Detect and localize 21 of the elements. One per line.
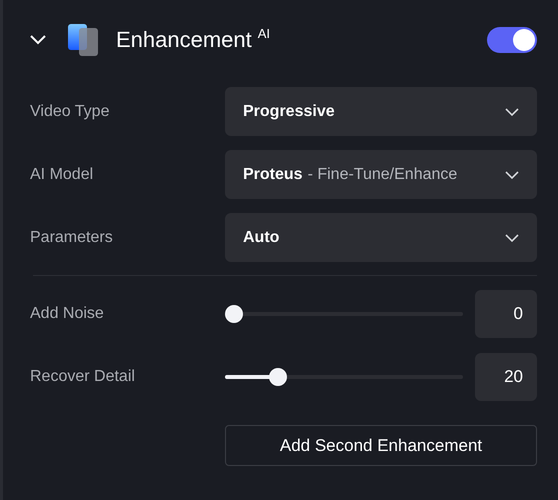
dropdown[interactable]: Auto — [225, 213, 537, 262]
dropdown[interactable]: Progressive — [225, 87, 537, 136]
field-label: Parameters — [30, 228, 114, 246]
slider[interactable] — [225, 368, 463, 386]
chevron-down-icon — [505, 170, 519, 178]
value-field[interactable]: 0 — [475, 290, 537, 338]
slider-label: Recover Detail — [30, 368, 136, 386]
ai-superscript-label: AI — [258, 26, 270, 41]
dropdown[interactable]: Proteus - Fine-Tune/Enhance — [225, 150, 537, 199]
slider[interactable] — [225, 304, 463, 322]
enable-toggle[interactable] — [487, 27, 537, 53]
field-label: AI Model — [30, 166, 94, 184]
value-field[interactable]: 20 — [475, 352, 537, 400]
add-second-enhancement-button[interactable]: Add Second Enhancement — [225, 425, 537, 466]
slider-label: Add Noise — [30, 304, 105, 322]
layers-icon — [66, 23, 100, 57]
section-title: Enhancement — [116, 27, 252, 53]
chevron-down-icon[interactable] — [30, 35, 46, 45]
chevron-down-icon — [505, 108, 519, 116]
field-label: Video Type — [30, 102, 110, 120]
chevron-down-icon — [505, 234, 519, 242]
